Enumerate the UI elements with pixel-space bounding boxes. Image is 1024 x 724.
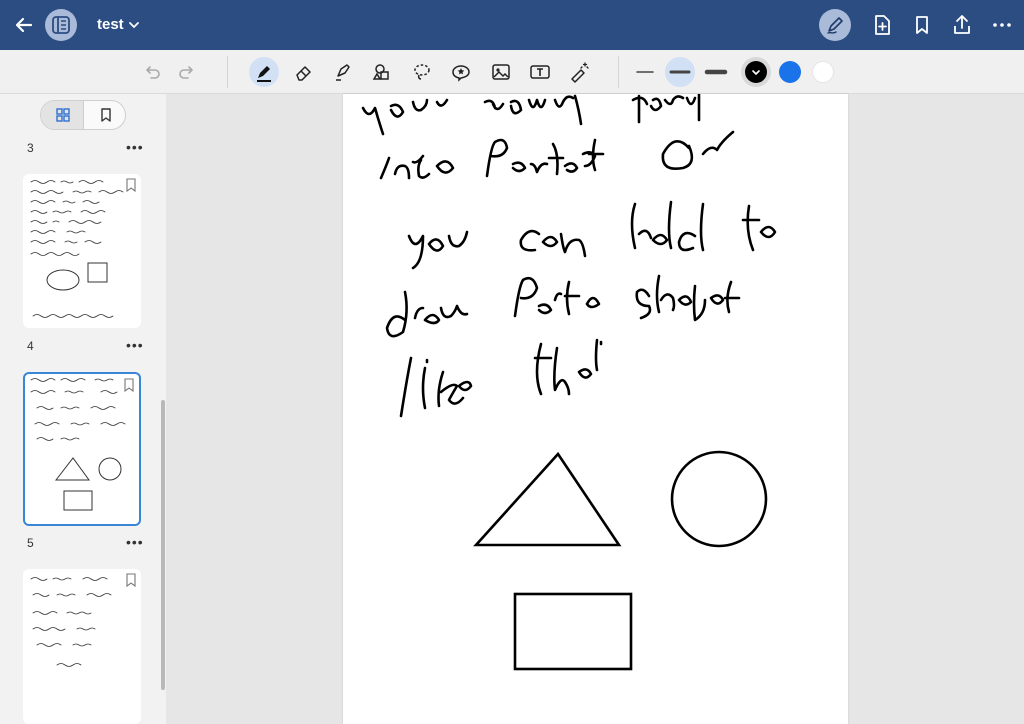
page-number: 5 <box>27 536 34 550</box>
text-box-icon[interactable] <box>525 57 555 87</box>
lasso-icon[interactable] <box>407 57 437 87</box>
top-bar: test <box>0 0 1024 50</box>
perfected-shapes <box>473 450 768 671</box>
page-menu-icon[interactable]: ••• <box>126 337 143 353</box>
bookmark-icon[interactable] <box>123 378 135 397</box>
grid-icon <box>55 108 70 122</box>
thumbnails-view-tab[interactable] <box>41 101 84 129</box>
page-thumbnail[interactable] <box>23 174 141 328</box>
stroke-thick-icon[interactable] <box>701 57 731 87</box>
image-icon[interactable] <box>486 57 516 87</box>
page-number: 4 <box>27 339 34 353</box>
share-icon[interactable] <box>949 12 975 38</box>
color-blue-swatch[interactable] <box>779 61 801 83</box>
laser-pointer-icon[interactable] <box>564 57 594 87</box>
bookmark-icon <box>100 108 111 122</box>
bookmark-icon[interactable] <box>125 178 137 197</box>
page-menu-icon[interactable]: ••• <box>126 534 143 550</box>
sidebar-view-toggle <box>40 100 126 130</box>
rectangle-shape[interactable] <box>513 592 633 671</box>
color-white-swatch[interactable] <box>812 61 834 83</box>
sticker-icon[interactable] <box>446 57 476 87</box>
shapes-icon[interactable] <box>367 57 397 87</box>
bookmark-icon[interactable] <box>125 573 137 592</box>
sidebar-toggle-icon <box>52 16 70 34</box>
sidebar-scrollbar[interactable] <box>161 400 165 690</box>
page-thumbnails-sidebar: 3 ••• 4 ••• 5 ••• <box>0 94 166 724</box>
pen-tool-icon[interactable] <box>249 57 279 87</box>
handwriting-scribble <box>30 180 124 318</box>
document-title: test <box>97 16 124 33</box>
stroke-medium-icon[interactable] <box>665 57 695 87</box>
pen-mode-button[interactable] <box>819 9 851 41</box>
circle-shape[interactable] <box>670 450 768 548</box>
triangle-shape[interactable] <box>473 451 622 547</box>
more-icon[interactable] <box>989 12 1015 38</box>
back-arrow-icon[interactable] <box>10 11 38 39</box>
handwriting-scribble <box>30 378 126 511</box>
chevron-down-icon <box>128 21 139 28</box>
page-menu-icon[interactable]: ••• <box>126 139 143 155</box>
note-page[interactable] <box>343 94 848 724</box>
handwriting <box>361 94 777 418</box>
page-number: 3 <box>27 141 34 155</box>
stroke-thin-icon[interactable] <box>630 57 660 87</box>
pen-mode-icon <box>827 17 843 34</box>
eraser-icon[interactable] <box>289 57 319 87</box>
page-drawing <box>361 94 777 671</box>
highlighter-icon[interactable] <box>328 57 358 87</box>
color-black-swatch[interactable] <box>741 57 771 87</box>
handwriting-scribble <box>30 577 112 667</box>
undo-icon[interactable] <box>137 57 167 87</box>
bookmarks-view-tab[interactable] <box>84 101 125 129</box>
page-thumbnail-selected[interactable] <box>23 372 141 526</box>
redo-icon[interactable] <box>172 57 202 87</box>
toolbar-divider <box>618 56 619 88</box>
sidebar-toggle-button[interactable] <box>45 9 77 41</box>
document-title-dropdown[interactable]: test <box>97 16 140 33</box>
color-black-dot <box>745 61 767 83</box>
page-thumbnail[interactable] <box>23 569 141 724</box>
add-page-icon[interactable] <box>869 12 895 38</box>
note-canvas[interactable] <box>166 94 1024 724</box>
toolbar-divider <box>227 56 228 88</box>
check-chevron-icon <box>752 70 760 76</box>
drawing-toolbar <box>0 50 1024 94</box>
bookmark-icon[interactable] <box>909 12 935 38</box>
